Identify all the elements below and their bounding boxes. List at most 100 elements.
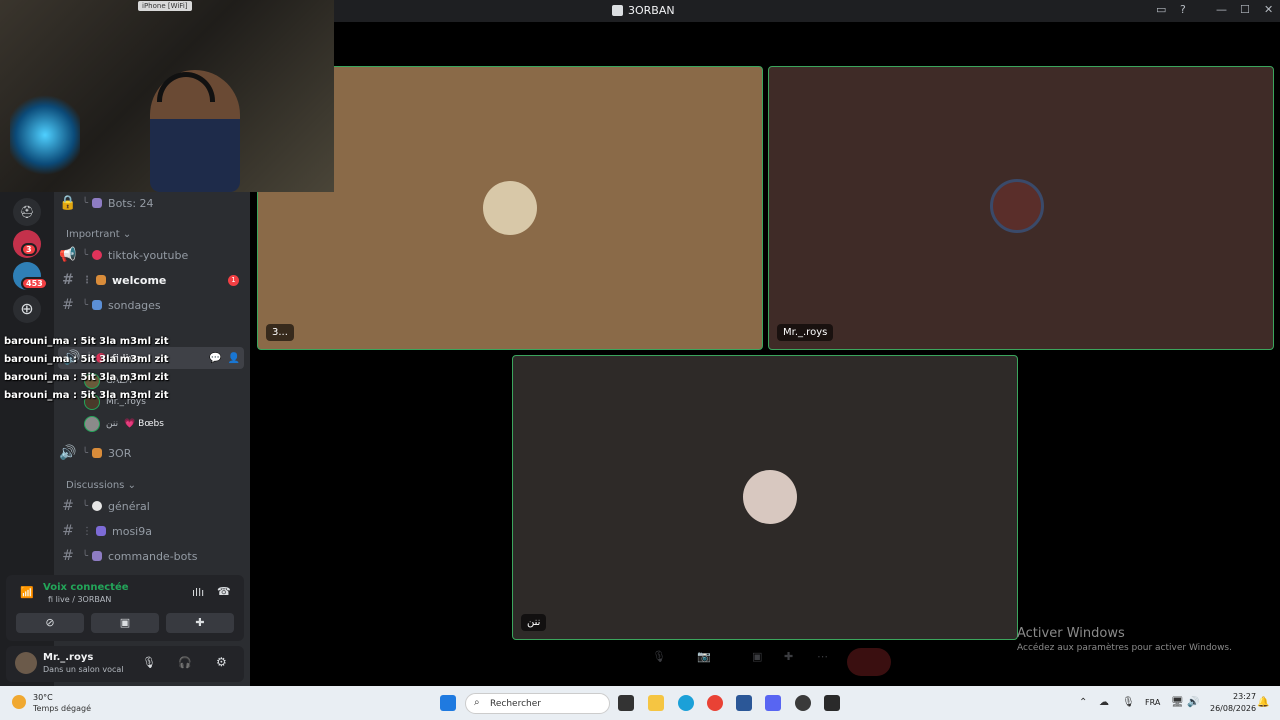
add-server-icon[interactable]: ⊕	[13, 295, 41, 323]
clock-date[interactable]: 26/08/2026	[1210, 704, 1256, 713]
screen-share-button[interactable]: ▣	[91, 613, 159, 633]
tree-branch: ╰	[82, 299, 89, 311]
activities-button[interactable]: ✚	[166, 613, 234, 633]
app-icon[interactable]	[795, 695, 811, 711]
mic-toggle-icon[interactable]: 🎙	[652, 650, 666, 663]
taskbar: 30°C Temps dégagé ⌕ Rechercher ⌃ ☁ 🎙 FRA…	[0, 686, 1280, 720]
voice-status[interactable]: Voix connectée	[43, 582, 129, 593]
inbox-icon[interactable]: ▭	[1156, 3, 1166, 16]
channel-welcome[interactable]: # ⋮ welcome	[54, 269, 244, 291]
user-name[interactable]: Mr._.roys	[43, 652, 93, 663]
avatar	[84, 416, 100, 432]
hash-icon: #	[62, 523, 74, 539]
video-tile[interactable]: Mr._.roys	[768, 66, 1274, 350]
hash-icon: #	[62, 297, 74, 313]
bot-icon	[92, 198, 103, 208]
weather-temperature[interactable]: 30°C	[33, 693, 53, 702]
start-button[interactable]	[440, 695, 456, 711]
chat-message: barouni_ma : 5it 3la m3ml zit	[4, 390, 169, 401]
task-view-icon[interactable]	[618, 695, 634, 711]
voice-channel-path[interactable]: fi live / 3ORBAN	[48, 595, 111, 604]
maximize-button[interactable]: ☐	[1240, 3, 1250, 16]
file-explorer-icon[interactable]	[648, 695, 664, 711]
category-important[interactable]: Importrant ⌄	[66, 229, 131, 240]
hash-icon: #	[62, 272, 74, 288]
add-member-icon[interactable]: 👤	[228, 353, 240, 364]
voice-channel-3or[interactable]: 🔊 ╰ 3OR	[54, 442, 244, 464]
volume-icon[interactable]: 🔊	[1187, 697, 1199, 708]
video-grid: 3... Mr._.roys ننن	[250, 22, 1280, 686]
channel-emoji-icon	[96, 526, 106, 536]
channel-label: sondages	[108, 298, 161, 312]
minimize-button[interactable]: —	[1216, 3, 1227, 16]
voice-user-name: ننن	[106, 419, 119, 429]
participant-avatar	[483, 181, 537, 235]
window-title-text: 3ORBAN	[628, 4, 675, 17]
camera-toggle-icon[interactable]: 📷	[697, 650, 711, 663]
channel-label: mosi9a	[112, 524, 152, 538]
participant-avatar	[743, 470, 797, 524]
camera-off-button[interactable]: ⊘	[16, 613, 84, 633]
chrome-icon[interactable]	[707, 695, 723, 711]
chat-message: barouni_ma : 5it 3la m3ml zit	[4, 336, 169, 347]
onedrive-icon[interactable]: ☁	[1099, 697, 1109, 708]
notifications-icon[interactable]: 🔔	[1257, 697, 1269, 708]
voice-connection-panel: 📶 Voix connectée fi live / 3ORBAN ıllı ☎…	[6, 575, 244, 641]
server-badge: 3	[21, 243, 37, 256]
clock-time[interactable]: 23:27	[1233, 692, 1256, 701]
settings-gear-icon[interactable]: ⚙	[216, 655, 227, 669]
hash-icon: #	[62, 498, 74, 514]
rgb-light	[10, 95, 80, 175]
chat-message: barouni_ma : 5it 3la m3ml zit	[4, 354, 169, 365]
channel-commande-bots[interactable]: # ╰ commande-bots	[54, 545, 244, 567]
channel-general[interactable]: # ╰ général	[54, 495, 244, 517]
avatar[interactable]	[15, 652, 37, 674]
microphone-icon[interactable]: 🎙	[142, 656, 156, 669]
channel-sondages[interactable]: # ╰ sondages	[54, 294, 244, 316]
channel-tiktok-youtube[interactable]: 📢 ╰ tiktok-youtube	[54, 244, 244, 266]
activation-watermark-subtitle: Accédez aux paramètres pour activer Wind…	[1017, 643, 1232, 653]
chevron-up-icon[interactable]: ⌃	[1079, 697, 1087, 708]
speaker-icon: 🔊	[59, 445, 77, 461]
more-icon[interactable]: ⋯	[817, 650, 828, 663]
tree-branch: ╰	[82, 249, 89, 261]
close-button[interactable]: ✕	[1264, 3, 1273, 16]
share-screen-icon[interactable]: ▣	[752, 650, 762, 663]
megaphone-icon: 📢	[59, 247, 77, 263]
channel-mosi9a[interactable]: # ⋮ mosi9a	[54, 520, 244, 542]
obs-icon[interactable]	[824, 695, 840, 711]
edge-icon[interactable]	[678, 695, 694, 711]
hang-up-button[interactable]	[847, 648, 891, 676]
weather-description[interactable]: Temps dégagé	[33, 704, 91, 713]
chat-message: barouni_ma : 5it 3la m3ml zit	[4, 372, 169, 383]
category-label: Discussions	[66, 480, 125, 491]
user-status: Dans un salon vocal	[43, 665, 124, 674]
language-indicator[interactable]: FRA	[1145, 698, 1160, 707]
discord-icon[interactable]	[765, 695, 781, 711]
noise-suppression-icon[interactable]: ıllı	[192, 586, 204, 599]
activity-icon[interactable]: ✚	[784, 650, 793, 663]
help-icon[interactable]: ?	[1180, 3, 1186, 16]
channel-emoji-icon	[92, 501, 103, 511]
video-tile[interactable]: ننن	[512, 355, 1018, 640]
headset-icon[interactable]: 🎧	[178, 656, 192, 669]
disconnect-icon[interactable]: ☎	[217, 585, 231, 598]
signal-icon[interactable]: 📶	[20, 586, 34, 599]
weather-icon[interactable]	[12, 695, 26, 709]
server-icon-1[interactable]: ⛑	[13, 198, 41, 226]
search-box[interactable]: ⌕ Rechercher	[465, 693, 610, 714]
voice-user[interactable]: ننن 💗 Bœbs	[84, 415, 164, 433]
tree-branch: ╰	[82, 550, 89, 562]
channel-bots[interactable]: 🔒 ╰ Bots: 24	[54, 192, 244, 214]
channel-label: commande-bots	[108, 549, 198, 563]
store-icon[interactable]	[736, 695, 752, 711]
activation-watermark-title: Activer Windows	[1017, 626, 1125, 641]
chat-bubble-icon[interactable]: 💬	[209, 353, 221, 364]
microphone-tray-icon[interactable]: 🎙	[1122, 697, 1135, 708]
participant-avatar	[990, 179, 1044, 233]
channel-emoji-icon	[92, 551, 103, 561]
network-icon[interactable]: 🖥	[1171, 697, 1184, 708]
channel-label: général	[108, 499, 150, 513]
channel-label: tiktok-youtube	[108, 248, 189, 262]
category-discussions[interactable]: Discussions ⌄	[66, 480, 136, 491]
